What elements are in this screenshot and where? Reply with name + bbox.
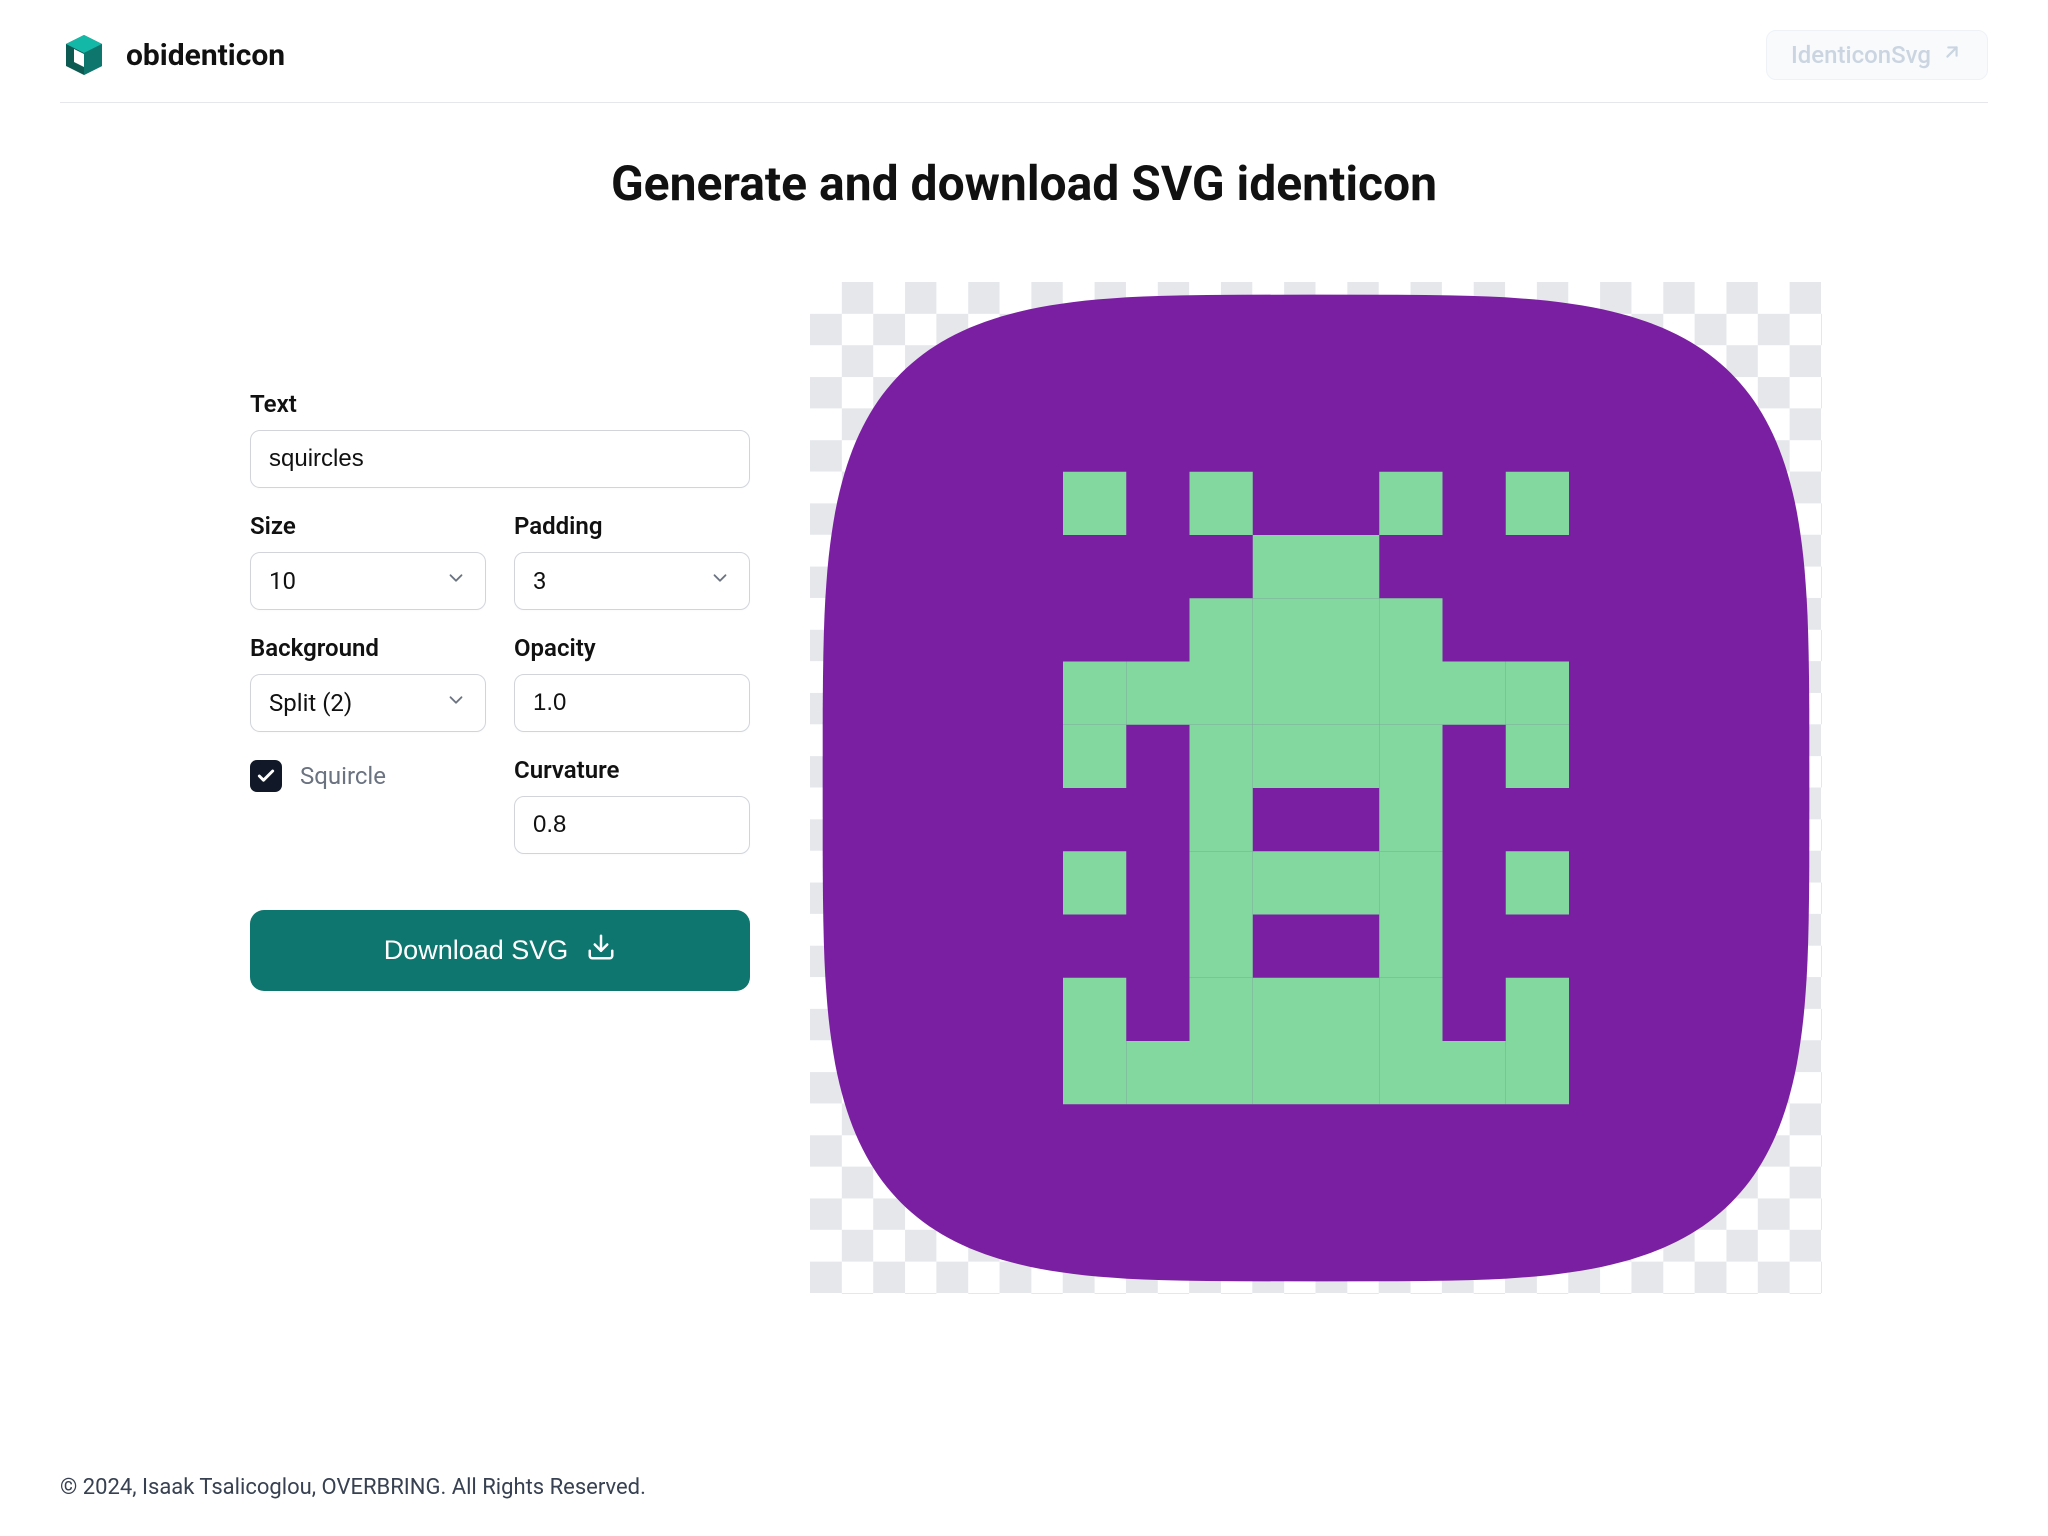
identicon-svg-link[interactable]: IdenticonSvg	[1766, 30, 1988, 80]
size-select[interactable]: 10	[250, 552, 486, 610]
curvature-label: Curvature	[514, 756, 750, 784]
squircle-checkbox[interactable]	[250, 760, 282, 792]
text-input[interactable]	[250, 430, 750, 488]
size-field: Size 10	[250, 512, 486, 610]
page-title: Generate and download SVG identicon	[60, 155, 1988, 212]
size-value: 10	[269, 567, 296, 595]
identicon-svg	[810, 282, 1822, 1294]
download-svg-button[interactable]: Download SVG	[250, 910, 750, 991]
external-link-icon	[1941, 41, 1963, 69]
padding-field: Padding 3	[514, 512, 750, 610]
download-label: Download SVG	[384, 935, 569, 966]
background-field: Background Split (2)	[250, 634, 486, 732]
padding-label: Padding	[514, 512, 750, 540]
chevron-down-icon	[445, 689, 467, 717]
preview-panel	[810, 282, 1822, 1294]
pill-label: IdenticonSvg	[1791, 41, 1931, 69]
text-label: Text	[250, 390, 750, 418]
chevron-down-icon	[445, 567, 467, 595]
form-panel: Text Size 10 Padding 3	[250, 282, 750, 1294]
opacity-field: Opacity	[514, 634, 750, 732]
header: obidenticon IdenticonSvg	[60, 0, 1988, 103]
padding-value: 3	[533, 567, 547, 595]
opacity-input[interactable]	[514, 674, 750, 732]
background-value: Split (2)	[269, 689, 352, 717]
curvature-field: Curvature	[514, 756, 750, 854]
chevron-down-icon	[709, 567, 731, 595]
squircle-label: Squircle	[300, 762, 386, 790]
background-select[interactable]: Split (2)	[250, 674, 486, 732]
size-label: Size	[250, 512, 486, 540]
background-label: Background	[250, 634, 486, 662]
brand-name: obidenticon	[126, 38, 285, 73]
footer-text: © 2024, Isaak Tsalicoglou, OVERBRING. Al…	[60, 1475, 646, 1500]
padding-select[interactable]: 3	[514, 552, 750, 610]
identicon-preview	[810, 282, 1822, 1294]
text-field: Text	[250, 390, 750, 488]
logo-icon	[60, 31, 108, 79]
squircle-field: Squircle	[250, 756, 486, 854]
download-icon	[586, 932, 616, 969]
curvature-input[interactable]	[514, 796, 750, 854]
opacity-label: Opacity	[514, 634, 750, 662]
brand: obidenticon	[60, 31, 285, 79]
